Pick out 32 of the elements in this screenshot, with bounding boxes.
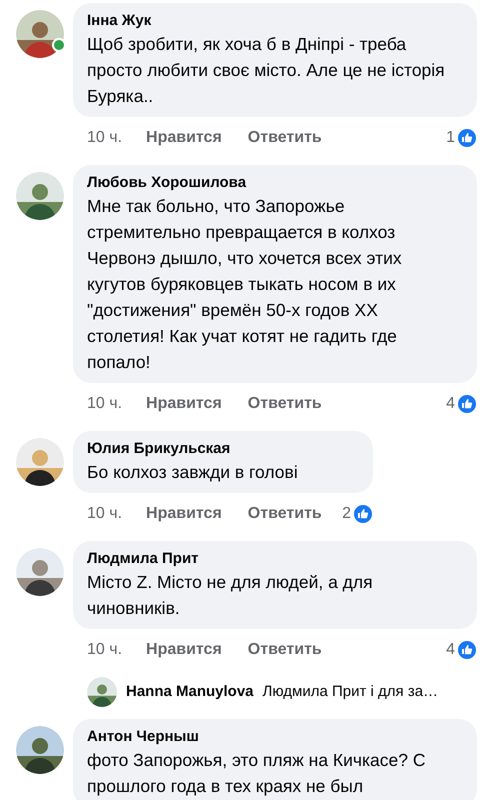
reply-text: Людмила Прит і для за… [262,682,438,702]
like-count: 4 [446,394,455,414]
comment-text: фото Запорожья, это пляж на Кичкасе? С прошлого года в тех краях не был [87,749,426,798]
like-count: 2 [342,504,351,524]
reply-author[interactable]: Hanna Manuylova [126,680,254,704]
comment-author[interactable]: Юлия Брикульская [87,439,359,459]
like-icon [353,504,373,524]
like-count: 1 [446,128,455,148]
like-count: 4 [446,640,455,660]
comment-time[interactable]: 10 ч. [87,638,122,662]
comment-author[interactable]: Інна Жук [87,11,463,31]
comment-text: Мне так больно, что Запорожье стремительно превращается в колхоз Червонэ дышло, что хочется всех этих кугутов буряковцев тыкать носом в их "достижения" времён 50-х годов XX столетия! Как учат котят не гадить где попало! [87,195,403,374]
comment-time[interactable]: 10 ч. [87,126,122,150]
comment-author[interactable]: Антон Черныш [87,727,463,747]
like-icon [457,128,477,148]
comment-text: Місто Z. Місто не для людей, а для чиновників. [87,571,374,620]
reply-button[interactable]: Ответить [248,126,322,150]
reply-button[interactable]: Ответить [248,392,322,416]
like-icon [457,394,477,414]
comment-text: Бо колхоз завжди в голові [87,461,299,484]
comment-author[interactable]: Людмила Прит [87,549,463,569]
comment-time[interactable]: 10 ч. [87,502,122,526]
comment-time[interactable]: 10 ч. [87,392,122,416]
like-button[interactable]: Нравится [146,392,222,416]
comment-text: Щоб зробити, як хоча б в Дніпрі - треба просто любити своє місто. Але це не історія Буряка.. [87,33,446,108]
like-button[interactable]: Нравится [146,126,222,150]
reply-button[interactable]: Ответить [248,502,322,526]
like-button[interactable]: Нравится [146,502,222,526]
like-icon [457,640,477,660]
like-button[interactable]: Нравится [146,638,222,662]
comment-author[interactable]: Любовь Хорошилова [87,173,463,193]
reply-button[interactable]: Ответить [248,638,322,662]
